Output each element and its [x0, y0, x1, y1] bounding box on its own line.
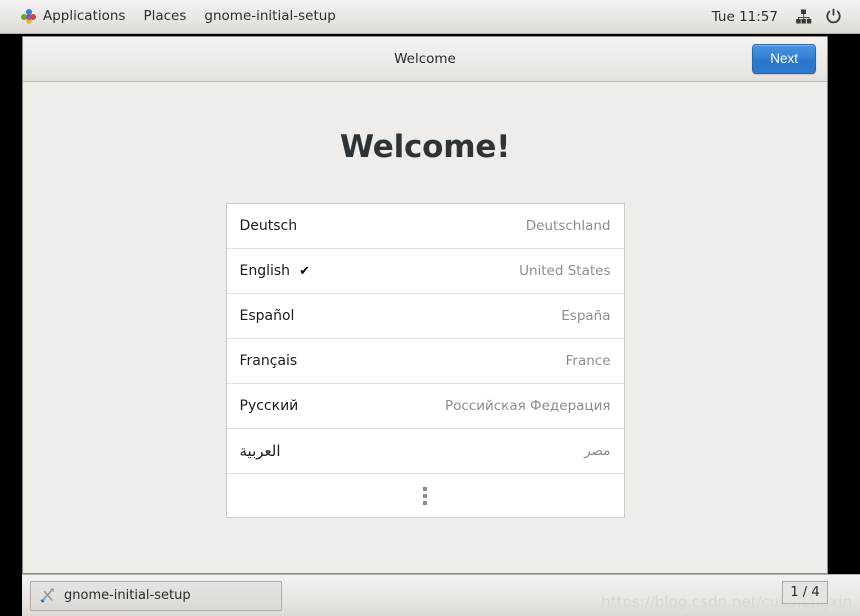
- list-item[interactable]: العربية مصر: [226, 429, 624, 474]
- language-name: العربية: [239, 442, 281, 460]
- power-icon[interactable]: [820, 5, 846, 29]
- language-name: Français: [239, 353, 298, 369]
- language-name: English: [239, 263, 291, 279]
- list-item[interactable]: English ✔ United States: [226, 249, 624, 294]
- show-more-languages-row[interactable]: [227, 474, 624, 517]
- bottom-taskbar: gnome-initial-setup https://blog.csdn.ne…: [22, 574, 860, 616]
- language-country: France: [565, 353, 611, 369]
- workspace-indicator[interactable]: 1 / 4: [782, 581, 828, 604]
- clock[interactable]: Tue 11:57: [704, 5, 786, 29]
- language-name: Русский: [239, 398, 299, 414]
- applications-menu[interactable]: Applications: [12, 5, 134, 28]
- welcome-heading: Welcome!: [339, 129, 511, 165]
- window-titlebar: Welcome Next: [23, 37, 827, 82]
- taskbar-window-button[interactable]: gnome-initial-setup: [30, 580, 282, 611]
- language-country: Российская Федерация: [444, 398, 611, 414]
- tools-icon: [39, 587, 56, 604]
- applications-pinwheel-icon: [19, 7, 38, 26]
- language-name: Español: [239, 308, 295, 324]
- setup-content-area: Welcome! Deutsch Deutschland English ✔ U…: [23, 82, 827, 573]
- panel-right-group: Tue 11:57: [704, 5, 860, 29]
- language-country: مصر: [584, 443, 611, 459]
- taskbar-window-label: gnome-initial-setup: [64, 588, 191, 603]
- list-item[interactable]: Deutsch Deutschland: [226, 204, 624, 249]
- language-country: United States: [519, 263, 611, 279]
- language-list: Deutsch Deutschland English ✔ United Sta…: [225, 203, 625, 518]
- places-menu-label: Places: [143, 7, 187, 24]
- language-country: España: [561, 308, 611, 324]
- network-wired-icon[interactable]: [790, 5, 816, 29]
- gnome-initial-setup-window: Welcome Next Welcome! Deutsch Deutschlan…: [22, 36, 828, 574]
- list-item[interactable]: Español España: [226, 294, 624, 339]
- places-menu[interactable]: Places: [134, 6, 195, 28]
- language-name: Deutsch: [239, 218, 298, 234]
- checkmark-icon: ✔: [299, 263, 310, 279]
- window-menu[interactable]: gnome-initial-setup: [195, 6, 344, 28]
- list-item[interactable]: Français France: [226, 339, 624, 384]
- top-panel: Applications Places gnome-initial-setup …: [0, 0, 860, 34]
- list-item[interactable]: Русский Российская Федерация: [226, 384, 624, 429]
- panel-left-group: Applications Places gnome-initial-setup: [0, 5, 345, 28]
- language-country: Deutschland: [525, 218, 611, 234]
- vertical-dots-icon: [423, 486, 427, 505]
- next-button[interactable]: Next: [752, 44, 816, 74]
- window-menu-label: gnome-initial-setup: [204, 7, 336, 24]
- page-title: Welcome: [394, 51, 456, 67]
- applications-menu-label: Applications: [43, 7, 126, 24]
